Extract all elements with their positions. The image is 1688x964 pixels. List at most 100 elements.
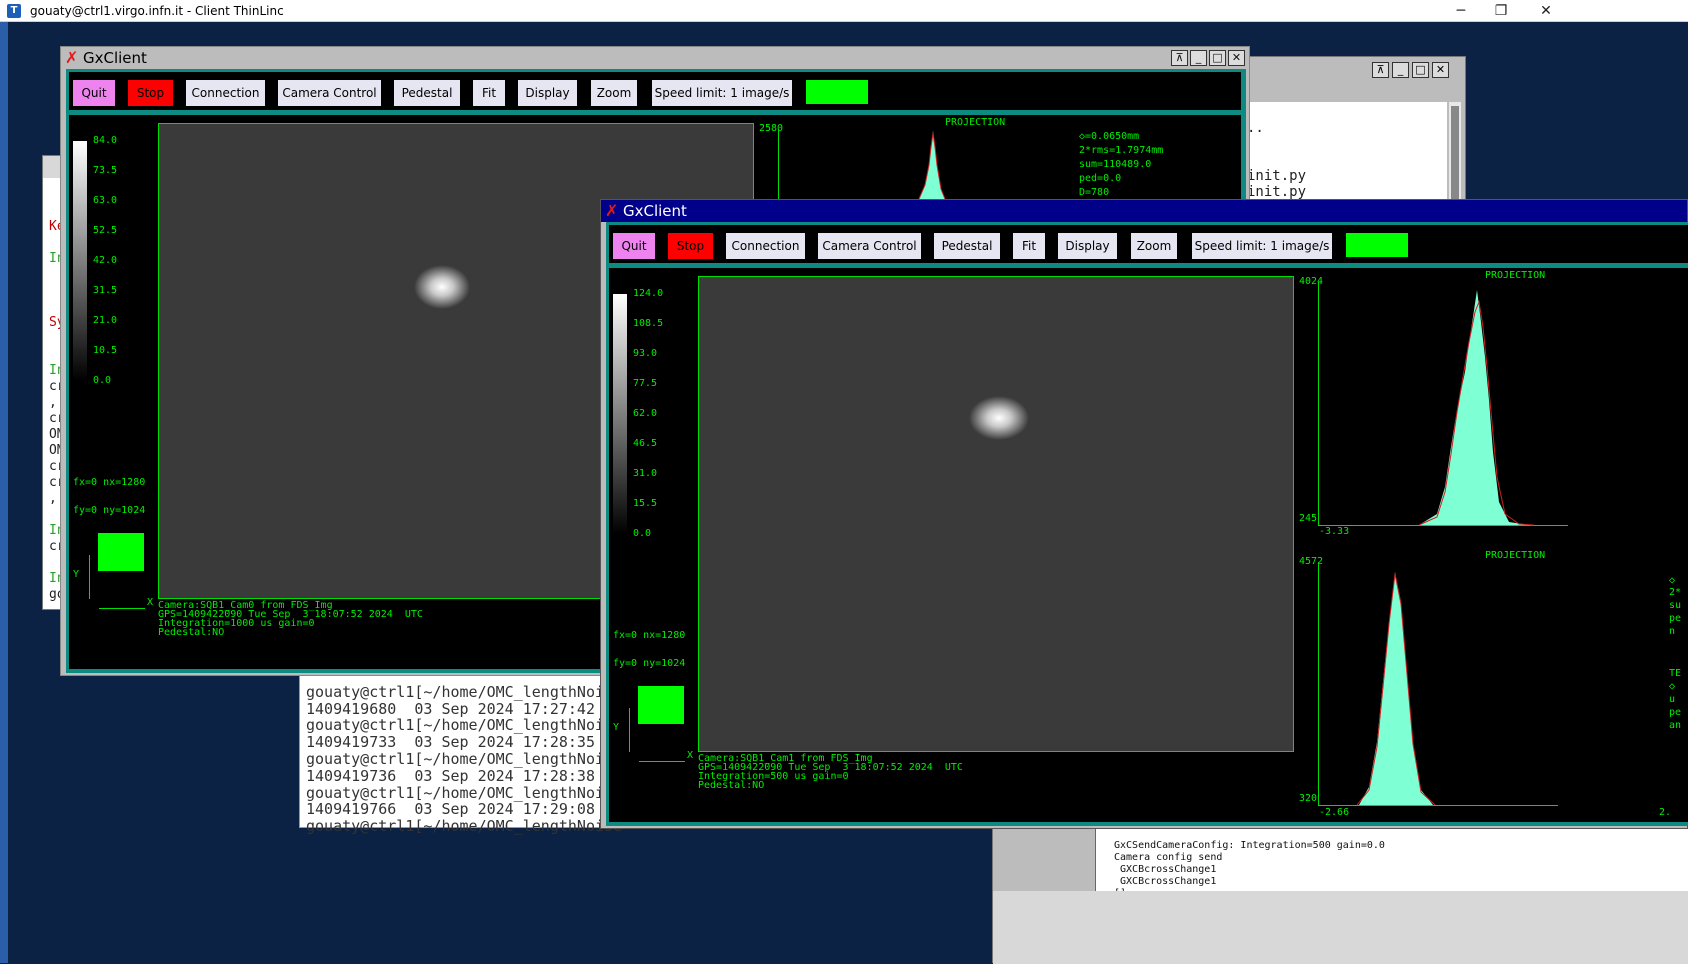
- scale-label: 77.5: [633, 378, 658, 389]
- log-line: GXCBcrossChange1: [1114, 876, 1217, 887]
- left-edge-strip: [0, 22, 8, 963]
- gx-front-title: GxClient: [623, 202, 687, 220]
- scale-label: 124.0: [633, 288, 664, 299]
- gxclient-window-front[interactable]: ✗ GxClient Quit Stop Connection Camera C…: [600, 199, 1688, 829]
- y-axis-arrow: [89, 555, 90, 599]
- maximize-icon[interactable]: □: [1209, 50, 1226, 66]
- terminal-line: 1409419680 03 Sep 2024 17:27:42 UTC: [306, 699, 632, 718]
- zoom-button[interactable]: Zoom: [1131, 233, 1177, 259]
- display-button[interactable]: Display: [1058, 233, 1117, 259]
- info-line: Pedestal:NO: [698, 780, 765, 791]
- camera-control-button[interactable]: Camera Control: [818, 233, 921, 259]
- log-text-area: GxCSendCameraConfig: Integration=500 gai…: [1095, 825, 1688, 899]
- display-button[interactable]: Display: [518, 80, 577, 106]
- middle-terminal[interactable]: gouaty@ctrl1[~/home/OMC_lengthNoise 1409…: [299, 660, 631, 835]
- scale-label: 0.0: [93, 375, 112, 386]
- pedestal-button[interactable]: Pedestal: [394, 80, 460, 106]
- stop-button[interactable]: Stop: [128, 80, 173, 106]
- terminal-line: gouaty@ctrl1[~/home/OMC_lengthNoise: [306, 682, 623, 701]
- scale-label: 73.5: [93, 165, 118, 176]
- color-swatch[interactable]: [98, 533, 144, 571]
- x-axis-label: X: [147, 597, 154, 608]
- fx-label: fx=0 nx=1280: [613, 630, 686, 641]
- side-stat: u: [1669, 694, 1676, 705]
- stat-line: 2*rms=1.7974mm: [1079, 145, 1164, 156]
- terminal-line: gouaty@ctrl1[~/home/OMC_lengthNoise: [306, 783, 623, 802]
- terminal-line: gouaty@ctrl1[~/home/OMC_lengthNoise: [306, 749, 623, 768]
- gx-back-title: GxClient: [83, 49, 147, 67]
- scale-label: 108.5: [633, 318, 664, 329]
- pedestal-button[interactable]: Pedestal: [934, 233, 1000, 259]
- scale-label: 15.5: [633, 498, 658, 509]
- projection-max-label: 2580: [759, 123, 784, 134]
- speed-limit-button[interactable]: Speed limit: 1 image/s: [652, 80, 792, 106]
- side-stat: ◇: [1669, 575, 1676, 586]
- close-button[interactable]: ✕: [1523, 0, 1569, 22]
- zoom-button[interactable]: Zoom: [591, 80, 637, 106]
- fit-button[interactable]: Fit: [473, 80, 505, 106]
- side-stat: ◇: [1669, 681, 1676, 692]
- side-stat: TE: [1669, 668, 1682, 679]
- stat-line: D=780: [1079, 187, 1110, 198]
- projection-histogram-bottom: [1356, 572, 1436, 806]
- gx-back-toolbar: Quit Stop Connection Camera Control Pede…: [69, 72, 1241, 110]
- quit-button[interactable]: Quit: [613, 233, 655, 259]
- scale-label: 84.0: [93, 135, 118, 146]
- scale-label: 31.5: [93, 285, 118, 296]
- y-axis-label: Y: [613, 722, 620, 733]
- left-term-char: ,: [49, 491, 57, 506]
- log-line: GXCBcrossChange1: [1114, 864, 1217, 875]
- connection-button[interactable]: Connection: [186, 80, 265, 106]
- projection-histogram-top: [1418, 290, 1535, 526]
- stat-line: ◇=0.0650mm: [1079, 131, 1140, 142]
- fy-label: fy=0 ny=1024: [73, 505, 146, 516]
- side-stat: su: [1669, 600, 1682, 611]
- log-line: Camera config send: [1114, 852, 1223, 863]
- projection-xmax-label: 2.: [1659, 807, 1672, 818]
- color-swatch[interactable]: [638, 686, 684, 724]
- scale-label: 46.5: [633, 438, 658, 449]
- speed-limit-button[interactable]: Speed limit: 1 image/s: [1192, 233, 1332, 259]
- scale-label: 93.0: [633, 348, 658, 359]
- y-axis-arrow: [629, 708, 630, 752]
- intensity-scale-bar: [613, 294, 627, 534]
- stat-line: ped=0.0: [1079, 173, 1122, 184]
- log-line: GxCSendCameraConfig: Integration=500 gai…: [1114, 840, 1385, 851]
- thinlinc-title: gouaty@ctrl1.virgo.infn.it - Client Thin…: [30, 4, 284, 18]
- y-axis-label: Y: [73, 569, 80, 580]
- log-window[interactable]: GxCSendCameraConfig: Integration=500 gai…: [992, 820, 1688, 964]
- pin-icon[interactable]: ⊼: [1171, 50, 1188, 66]
- quit-button[interactable]: Quit: [73, 80, 115, 106]
- terminal-line: 1409419766 03 Sep 2024 17:29:08 UTC: [306, 800, 632, 819]
- background-window[interactable]: ⊼ _ □ ✕ .. init.py init.py: [1240, 56, 1466, 217]
- connection-button[interactable]: Connection: [726, 233, 805, 259]
- scale-label: 21.0: [93, 315, 118, 326]
- stop-button[interactable]: Stop: [668, 233, 713, 259]
- scale-label: 10.5: [93, 345, 118, 356]
- gx-front-body: Quit Stop Connection Camera Control Pede…: [606, 222, 1688, 826]
- gx-back-titlebar: ✗ GxClient ⊼ _ □ ✕: [61, 47, 1249, 69]
- minimize-icon[interactable]: _: [1190, 50, 1207, 66]
- bg-scroll-thumb[interactable]: [1451, 106, 1459, 201]
- x-logo-icon: ✗: [605, 201, 619, 220]
- status-indicator: [1346, 233, 1408, 257]
- side-stat: pe: [1669, 707, 1682, 718]
- camera-image-front[interactable]: [698, 276, 1294, 752]
- close-icon[interactable]: ✕: [1228, 50, 1245, 66]
- x-axis-label: X: [687, 750, 694, 761]
- minimize-icon[interactable]: _: [1392, 62, 1409, 78]
- gx-front-toolbar: Quit Stop Connection Camera Control Pede…: [609, 225, 1688, 263]
- x-logo-icon: ✗: [65, 48, 79, 67]
- close-icon[interactable]: ✕: [1432, 62, 1449, 78]
- terminal-line: 1409419733 03 Sep 2024 17:28:35 UTC: [306, 733, 632, 752]
- intensity-scale-bar: [73, 141, 87, 381]
- pin-icon[interactable]: ⊼: [1372, 62, 1389, 78]
- restore-button[interactable]: ❐: [1478, 0, 1524, 22]
- scale-label: 52.5: [93, 225, 118, 236]
- maximize-icon[interactable]: □: [1412, 62, 1429, 78]
- fit-button[interactable]: Fit: [1013, 233, 1045, 259]
- projection-title: PROJECTION: [1485, 270, 1546, 281]
- projection-xmin-label: -3.33: [1319, 526, 1350, 537]
- camera-control-button[interactable]: Camera Control: [278, 80, 381, 106]
- side-stat: n: [1669, 626, 1676, 637]
